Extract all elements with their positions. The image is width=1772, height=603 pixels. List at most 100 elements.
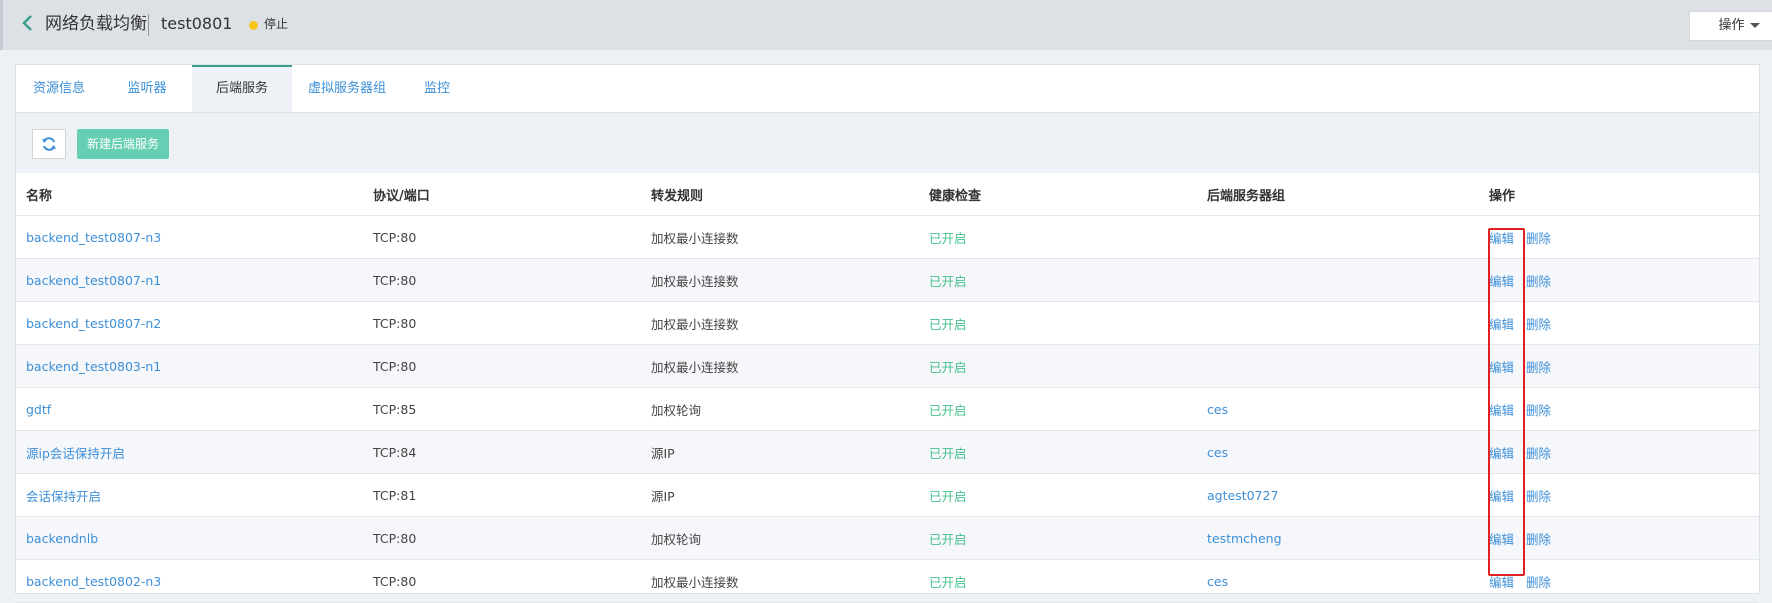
title-divider bbox=[148, 14, 149, 36]
server-group-link[interactable]: agtest0727 bbox=[1207, 488, 1278, 503]
cell-health-check: 已开启 bbox=[919, 387, 1197, 431]
cell-server-group bbox=[1197, 344, 1479, 388]
server-group-link[interactable]: testmcheng bbox=[1207, 531, 1282, 546]
table-row: backendnlb TCP:80 加权轮询 已开启 testmcheng 编辑 删除 bbox=[16, 516, 1759, 560]
cell-health-check: 已开启 bbox=[919, 559, 1197, 603]
cell-protocol-port: TCP:84 bbox=[363, 430, 641, 474]
tab-virtual-server-groups[interactable]: 虚拟服务器组 bbox=[292, 65, 402, 112]
health-status: 已开启 bbox=[929, 531, 967, 547]
backend-services-table: 名称 协议/端口 转发规则 健康检查 后端服务器组 操作 backend_tes… bbox=[16, 173, 1759, 603]
tab-bar: 资源信息 监听器 后端服务 虚拟服务器组 监控 bbox=[16, 65, 1759, 113]
cell-forwarding-rule: 源IP bbox=[641, 473, 919, 517]
backend-name-link[interactable]: backendnlb bbox=[26, 531, 98, 546]
server-group-link[interactable]: ces bbox=[1207, 445, 1228, 460]
cell-name: backendnlb bbox=[16, 516, 363, 560]
edit-link[interactable]: 编辑 bbox=[1489, 403, 1514, 418]
delete-link[interactable]: 删除 bbox=[1526, 446, 1551, 461]
column-header-actions: 操作 bbox=[1479, 173, 1759, 216]
backend-name-link[interactable]: backend_test0807-n3 bbox=[26, 230, 161, 245]
page-title: 网络负载均衡 bbox=[45, 14, 147, 34]
backend-name-link[interactable]: 会话保持开启 bbox=[26, 489, 101, 504]
edit-link[interactable]: 编辑 bbox=[1489, 360, 1514, 375]
tab-listeners[interactable]: 监听器 bbox=[102, 65, 192, 112]
cell-actions: 编辑 删除 bbox=[1479, 516, 1759, 560]
cell-name: 源ip会话保持开启 bbox=[16, 430, 363, 474]
edit-link[interactable]: 编辑 bbox=[1489, 317, 1514, 332]
cell-actions: 编辑 删除 bbox=[1479, 215, 1759, 259]
cell-forwarding-rule: 加权轮询 bbox=[641, 387, 919, 431]
delete-link[interactable]: 删除 bbox=[1526, 360, 1551, 375]
backend-name-link[interactable]: 源ip会话保持开启 bbox=[26, 446, 125, 461]
cell-health-check: 已开启 bbox=[919, 516, 1197, 560]
backend-name-link[interactable]: gdtf bbox=[26, 402, 51, 417]
cell-server-group: testmcheng bbox=[1197, 516, 1479, 560]
operations-dropdown-button[interactable]: 操作 bbox=[1689, 11, 1772, 41]
edit-link[interactable]: 编辑 bbox=[1489, 446, 1514, 461]
health-status: 已开启 bbox=[929, 359, 967, 375]
cell-server-group bbox=[1197, 301, 1479, 345]
cell-actions: 编辑 删除 bbox=[1479, 559, 1759, 603]
table-row: gdtf TCP:85 加权轮询 已开启 ces 编辑 删除 bbox=[16, 387, 1759, 431]
refresh-button[interactable] bbox=[32, 129, 66, 159]
table-row: backend_test0807-n3 TCP:80 加权最小连接数 已开启 编辑 删除 bbox=[16, 215, 1759, 259]
instance-name: test0801 bbox=[161, 14, 233, 33]
column-header-health-check: 健康检查 bbox=[919, 173, 1197, 216]
cell-server-group: ces bbox=[1197, 559, 1479, 603]
cell-forwarding-rule: 加权最小连接数 bbox=[641, 215, 919, 259]
delete-link[interactable]: 删除 bbox=[1526, 274, 1551, 289]
backend-name-link[interactable]: backend_test0807-n2 bbox=[26, 316, 161, 331]
edit-link[interactable]: 编辑 bbox=[1489, 231, 1514, 246]
delete-link[interactable]: 删除 bbox=[1526, 403, 1551, 418]
table-row: backend_test0802-n3 TCP:80 加权最小连接数 已开启 ces 编辑… bbox=[16, 559, 1759, 603]
cell-protocol-port: TCP:80 bbox=[363, 215, 641, 259]
cell-name: backend_test0807-n2 bbox=[16, 301, 363, 345]
column-header-server-group: 后端服务器组 bbox=[1197, 173, 1479, 216]
tab-resource-info[interactable]: 资源信息 bbox=[16, 65, 102, 112]
health-status: 已开启 bbox=[929, 316, 967, 332]
backend-name-link[interactable]: backend_test0802-n3 bbox=[26, 574, 161, 589]
new-backend-service-button[interactable]: 新建后端服务 bbox=[77, 129, 169, 159]
column-header-name: 名称 bbox=[16, 173, 363, 216]
cell-health-check: 已开启 bbox=[919, 258, 1197, 302]
cell-protocol-port: TCP:81 bbox=[363, 473, 641, 517]
delete-link[interactable]: 删除 bbox=[1526, 489, 1551, 504]
delete-link[interactable]: 删除 bbox=[1526, 317, 1551, 332]
table-row: 源ip会话保持开启 TCP:84 源IP 已开启 ces 编辑 删除 bbox=[16, 430, 1759, 474]
cell-forwarding-rule: 加权最小连接数 bbox=[641, 559, 919, 603]
cell-name: 会话保持开启 bbox=[16, 473, 363, 517]
cell-forwarding-rule: 加权最小连接数 bbox=[641, 344, 919, 388]
cell-server-group bbox=[1197, 258, 1479, 302]
server-group-link[interactable]: ces bbox=[1207, 574, 1228, 589]
tab-backend-services[interactable]: 后端服务 bbox=[192, 65, 292, 112]
delete-link[interactable]: 删除 bbox=[1526, 231, 1551, 246]
refresh-icon bbox=[42, 137, 56, 151]
cell-actions: 编辑 删除 bbox=[1479, 258, 1759, 302]
cell-server-group: agtest0727 bbox=[1197, 473, 1479, 517]
edit-link[interactable]: 编辑 bbox=[1489, 489, 1514, 504]
chevron-left-icon[interactable] bbox=[21, 13, 41, 33]
cell-actions: 编辑 删除 bbox=[1479, 387, 1759, 431]
health-status: 已开启 bbox=[929, 445, 967, 461]
edit-link[interactable]: 编辑 bbox=[1489, 274, 1514, 289]
backend-name-link[interactable]: backend_test0803-n1 bbox=[26, 359, 161, 374]
cell-health-check: 已开启 bbox=[919, 301, 1197, 345]
health-status: 已开启 bbox=[929, 273, 967, 289]
backend-name-link[interactable]: backend_test0807-n1 bbox=[26, 273, 161, 288]
health-status: 已开启 bbox=[929, 574, 967, 590]
delete-link[interactable]: 删除 bbox=[1526, 532, 1551, 547]
column-header-protocol-port: 协议/端口 bbox=[363, 173, 641, 216]
cell-actions: 编辑 删除 bbox=[1479, 473, 1759, 517]
cell-name: backend_test0807-n3 bbox=[16, 215, 363, 259]
edit-link[interactable]: 编辑 bbox=[1489, 532, 1514, 547]
cell-actions: 编辑 删除 bbox=[1479, 344, 1759, 388]
health-status: 已开启 bbox=[929, 402, 967, 418]
delete-link[interactable]: 删除 bbox=[1526, 575, 1551, 590]
status-badge: 停止 bbox=[264, 17, 289, 31]
top-bar: 网络负载均衡 test0801 停止 操作 bbox=[0, 0, 1772, 50]
server-group-link[interactable]: ces bbox=[1207, 402, 1228, 417]
cell-actions: 编辑 删除 bbox=[1479, 430, 1759, 474]
edit-link[interactable]: 编辑 bbox=[1489, 575, 1514, 590]
cell-server-group: ces bbox=[1197, 430, 1479, 474]
tab-monitoring[interactable]: 监控 bbox=[402, 65, 472, 112]
cell-health-check: 已开启 bbox=[919, 215, 1197, 259]
